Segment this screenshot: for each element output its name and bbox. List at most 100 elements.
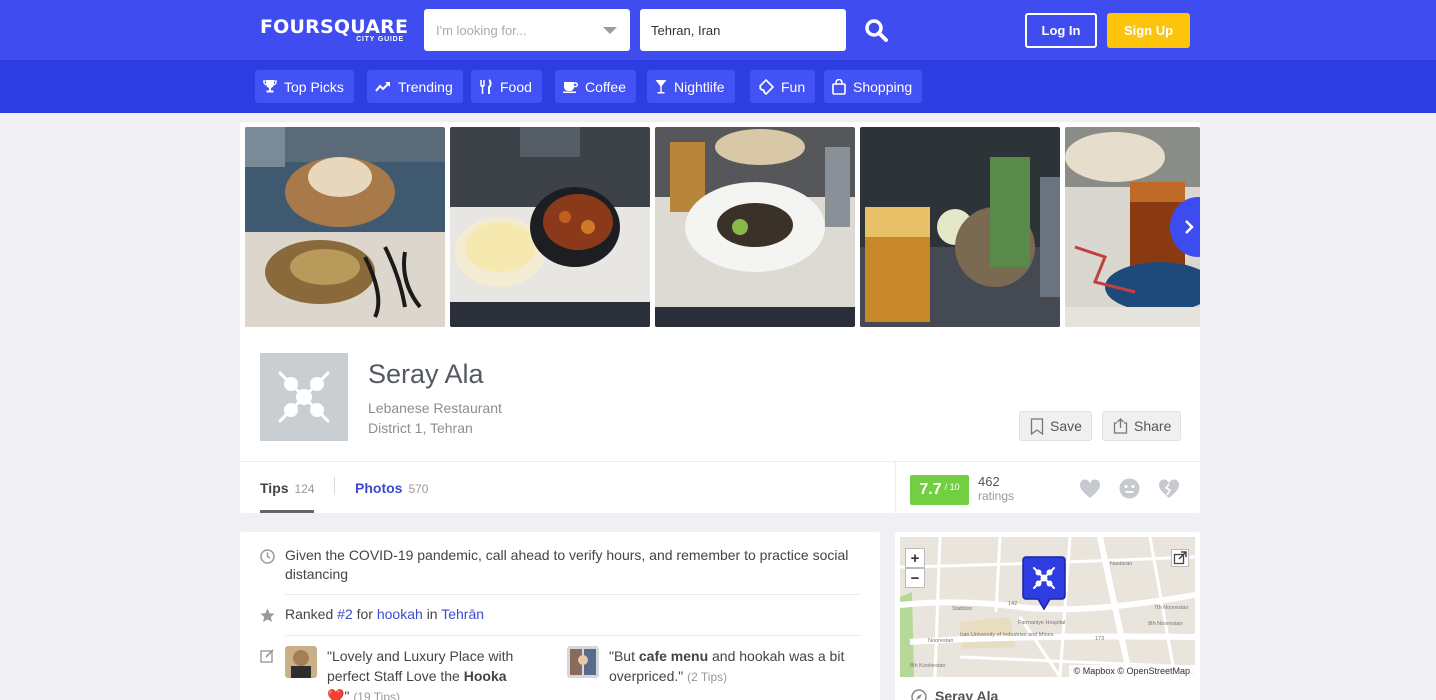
save-button[interactable]: Save	[1019, 411, 1092, 441]
cocktail-icon	[655, 80, 667, 94]
ratings-count: 462 ratings	[978, 474, 1014, 504]
search-button[interactable]	[862, 16, 892, 46]
trophy-icon	[263, 80, 277, 93]
map-attribution[interactable]: © Mapbox © OpenStreetMap	[1068, 665, 1195, 677]
search-placeholder: I'm looking for...	[436, 22, 527, 38]
share-icon	[1113, 418, 1128, 434]
map-label: 7th Noorestan	[1154, 605, 1189, 611]
signup-button[interactable]: Sign Up	[1107, 13, 1190, 48]
search-input[interactable]: I'm looking for...	[424, 9, 630, 51]
category-label: Coffee	[585, 78, 626, 95]
compass-icon	[911, 689, 927, 700]
star-icon	[260, 608, 275, 622]
avatar[interactable]	[285, 646, 317, 678]
category-label: Fun	[781, 78, 806, 95]
tab-photos[interactable]: Photos 570	[355, 480, 428, 496]
venue-category[interactable]: Lebanese Restaurant	[368, 400, 502, 416]
rank-topic-link[interactable]: hookah	[377, 606, 423, 622]
rank-in: in	[426, 606, 438, 622]
score-max: / 10	[944, 481, 960, 492]
category-shopping[interactable]: Shopping	[824, 70, 923, 103]
venue-photo[interactable]	[655, 127, 855, 327]
foursquare-logo[interactable]: FOURSQUARE CITY GUIDE	[260, 16, 409, 43]
quote-close: "	[344, 688, 350, 700]
meh-face-icon[interactable]	[1119, 478, 1140, 499]
share-label: Share	[1134, 418, 1172, 434]
venue-category-icon	[260, 353, 348, 441]
map-label: Stabboo	[952, 606, 973, 612]
share-button[interactable]: Share	[1102, 411, 1182, 441]
venue-name: Seray Ala	[368, 359, 484, 389]
skewers-icon	[278, 371, 330, 423]
rating-panel: 7.7/ 10 462 ratings	[895, 462, 1200, 513]
category-top-picks[interactable]: Top Picks	[255, 70, 354, 103]
category-nightlife[interactable]: Nightlife	[647, 70, 735, 103]
chevron-down-icon[interactable]	[603, 27, 617, 34]
login-button[interactable]: Log In	[1025, 13, 1097, 48]
tab-count: 124	[294, 482, 315, 496]
map-label: Iran University of Industries and Mines	[960, 632, 1054, 638]
logo-subtitle: CITY GUIDE	[356, 36, 404, 43]
tip-note-icon	[260, 649, 274, 663]
broken-heart-icon[interactable]	[1158, 479, 1180, 499]
category-fun[interactable]: Fun	[750, 70, 816, 103]
tip-quote[interactable]: "But cafe menu and hookah was a bit over…	[609, 646, 859, 687]
chevron-right-icon	[1185, 220, 1194, 234]
active-tab-indicator	[260, 510, 314, 513]
location-value: Tehran, Iran	[651, 22, 721, 38]
map-venue-name: Seray Ala	[935, 688, 999, 700]
map-label: 8th Noorestan	[1148, 621, 1183, 627]
venue-map-pin[interactable]	[1022, 555, 1066, 613]
category-label: Top Picks	[284, 78, 344, 95]
map-label: Noorestan	[928, 638, 953, 644]
category-trending[interactable]: Trending	[367, 70, 463, 103]
logo-wordmark: FOURSQUARE	[260, 16, 409, 38]
quote-tip-count: (19 Tips)	[353, 690, 400, 700]
heart-icon[interactable]	[1079, 479, 1101, 499]
venue-map[interactable]: Stabboo 142 Farmaniye Hospital Iran Univ…	[900, 537, 1195, 677]
tab-label: Tips	[260, 480, 289, 496]
rank-city-link[interactable]: Tehrān	[441, 606, 484, 622]
category-label: Nightlife	[674, 78, 725, 95]
clock-icon	[260, 549, 275, 564]
expand-icon	[1173, 551, 1187, 565]
venue-photo[interactable]	[860, 127, 1060, 327]
tab-label: Photos	[355, 480, 403, 496]
zoom-out-button[interactable]: −	[905, 568, 925, 588]
zoom-in-button[interactable]: +	[905, 548, 925, 568]
trending-icon	[375, 81, 390, 92]
rank-prefix: Ranked	[285, 606, 334, 622]
category-coffee[interactable]: Coffee	[555, 70, 636, 103]
category-label: Trending	[398, 78, 453, 95]
venue-tabs: Tips 124 Photos 570 7.7/ 10 462 ratings	[240, 461, 1200, 513]
venue-score: 7.7/ 10	[910, 475, 969, 505]
heart-emoji-icon: ❤️	[327, 688, 345, 700]
ratings-number: 462	[978, 474, 1000, 489]
ranking-line: Ranked #2 for hookah in Tehrān	[285, 605, 484, 624]
map-label: Farmaniye Hospital	[1018, 620, 1065, 626]
venue-photo[interactable]	[450, 127, 650, 327]
top-navigation-bar: FOURSQUARE CITY GUIDE I'm looking for...…	[0, 0, 1436, 60]
bookmark-icon	[1030, 417, 1044, 435]
tab-divider	[334, 477, 335, 495]
category-label: Food	[500, 78, 532, 95]
rank-number-link[interactable]: #2	[337, 606, 353, 622]
venue-photo[interactable]	[245, 127, 445, 327]
shopping-bag-icon	[832, 78, 846, 95]
fork-knife-icon	[480, 78, 492, 94]
rank-for: for	[356, 606, 373, 622]
divider	[285, 594, 860, 595]
category-food[interactable]: Food	[471, 70, 542, 103]
tab-tips[interactable]: Tips 124	[260, 480, 315, 496]
search-icon	[865, 19, 888, 42]
expand-map-button[interactable]	[1171, 549, 1189, 567]
category-bar: Top Picks Trending Food Coffee Nightlife…	[0, 60, 1436, 113]
quote-tip-count: (2 Tips)	[687, 670, 728, 684]
location-input[interactable]: Tehran, Iran	[640, 9, 846, 51]
map-label: 142	[1008, 601, 1017, 607]
tips-panel: Given the COVID-19 pandemic, call ahead …	[240, 532, 880, 700]
category-label: Shopping	[853, 78, 913, 95]
avatar[interactable]	[567, 646, 599, 678]
tip-quote[interactable]: "Lovely and Luxury Place with perfect St…	[327, 646, 537, 700]
map-label: 173	[1095, 636, 1104, 642]
